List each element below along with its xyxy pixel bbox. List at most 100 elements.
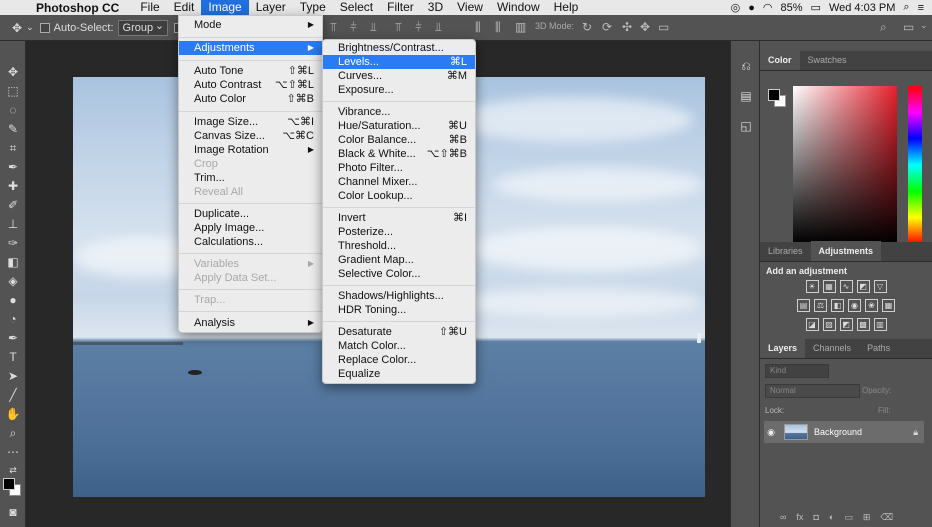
3d-pan-icon[interactable]: ✣ (622, 20, 632, 34)
menu-image[interactable]: Image (201, 0, 249, 15)
clone-stamp-tool-icon[interactable]: ⊥ (4, 215, 22, 233)
menu-item-brightness-contrast[interactable]: Brightness/Contrast... (323, 41, 475, 55)
menu-item-auto-contrast[interactable]: Auto Contrast ⌥⇧⌘L (179, 78, 322, 92)
exposure-icon[interactable]: ◩ (856, 280, 870, 293)
menu-item-exposure[interactable]: Exposure... (323, 83, 475, 97)
foreground-color-swatch[interactable] (768, 89, 780, 101)
black-white-icon[interactable]: ◧ (831, 299, 844, 312)
menu-window[interactable]: Window (490, 0, 547, 15)
selective-color-icon[interactable]: ▥ (873, 318, 887, 331)
menu-filter[interactable]: Filter (380, 0, 421, 15)
quick-mask-icon[interactable]: ◙ (4, 503, 22, 521)
clock[interactable]: Wed 4:03 PM (829, 2, 895, 14)
pen-tool-icon[interactable]: ✒ (4, 329, 22, 347)
healing-brush-tool-icon[interactable]: ✚ (4, 177, 22, 195)
menu-item-hdr-toning[interactable]: HDR Toning... (323, 303, 475, 317)
menu-help[interactable]: Help (547, 0, 586, 15)
foreground-color-swatch[interactable] (3, 478, 15, 490)
tab-libraries[interactable]: Libraries (760, 241, 811, 261)
hand-tool-icon[interactable]: ✋ (4, 405, 22, 423)
blur-tool-icon[interactable]: ● (4, 291, 22, 309)
tab-color[interactable]: Color (760, 50, 800, 70)
menu-item-threshold[interactable]: Threshold... (323, 239, 475, 253)
photo-filter-icon[interactable]: ◉ (848, 299, 861, 312)
menu-item-image-size[interactable]: Image Size... ⌥⌘I (179, 115, 322, 129)
menu-view[interactable]: View (450, 0, 490, 15)
workspace-icon[interactable]: ▭ (903, 20, 914, 34)
tab-layers[interactable]: Layers (760, 338, 806, 358)
menu-item-mode[interactable]: Mode ▶ (179, 18, 322, 32)
menu-item-auto-tone[interactable]: Auto Tone ⇧⌘L (179, 64, 322, 78)
tab-adjustments[interactable]: Adjustments (810, 241, 882, 261)
link-layers-icon[interactable]: ∞ (780, 512, 786, 523)
distribute-top-icon[interactable]: ⫪ (395, 20, 402, 35)
battery-icon[interactable]: ▭ (811, 1, 821, 14)
levels-icon[interactable]: ▦ (822, 280, 836, 293)
hue-slider[interactable] (908, 86, 922, 244)
eraser-tool-icon[interactable]: ◧ (4, 253, 22, 271)
move-tool-icon[interactable]: ✥ (4, 63, 22, 81)
channel-mixer-icon[interactable]: ❀ (865, 299, 878, 312)
move-tool-icon[interactable]: ✥ (12, 21, 22, 35)
wifi-icon[interactable]: ◠ (763, 1, 773, 14)
menu-type[interactable]: Type (293, 0, 333, 15)
distribute-horizontal-icon[interactable]: ⫼ (475, 20, 481, 35)
3d-slide-icon[interactable]: ✥ (640, 20, 650, 34)
app-name-menu[interactable]: Photoshop CC (36, 1, 119, 15)
menu-item-calculations[interactable]: Calculations... (179, 235, 322, 249)
menu-item-canvas-size[interactable]: Canvas Size... ⌥⌘C (179, 129, 322, 143)
history-panel-icon[interactable]: ⎌ (737, 57, 755, 75)
quick-selection-tool-icon[interactable]: ✎ (4, 120, 22, 138)
auto-select-dropdown[interactable]: Group (117, 19, 169, 36)
menu-item-shadows-highlights[interactable]: Shadows/Highlights... (323, 289, 475, 303)
curves-icon[interactable]: ∿ (839, 280, 853, 293)
menu-item-gradient-map[interactable]: Gradient Map... (323, 253, 475, 267)
menu-item-apply-image[interactable]: Apply Image... (179, 221, 322, 235)
align-bottom-icon[interactable]: ⫫ (370, 20, 377, 35)
actions-panel-icon[interactable]: ◱ (737, 117, 755, 135)
user-icon[interactable]: ● (748, 2, 755, 14)
group-icon[interactable]: ▭ (844, 512, 853, 523)
eye-icon[interactable]: ◉ (764, 427, 778, 438)
menu-item-levels[interactable]: Levels... ⌘L (323, 55, 475, 69)
new-layer-icon[interactable]: ⊞ (863, 512, 871, 523)
menu-item-color-balance[interactable]: Color Balance... ⌘B (323, 133, 475, 147)
distribute-bottom-icon[interactable]: ⫫ (435, 20, 442, 35)
brush-tool-icon[interactable]: ✐ (4, 196, 22, 214)
align-top-icon[interactable]: ⫪ (330, 20, 337, 35)
paint-bucket-tool-icon[interactable]: ◈ (4, 272, 22, 290)
menu-item-adjustments[interactable]: Adjustments ▶ (179, 41, 322, 55)
creative-cloud-icon[interactable]: ◎ (731, 1, 741, 14)
3d-rotate-icon[interactable]: ↻ (582, 20, 592, 34)
search-icon[interactable]: ⌕ (903, 1, 909, 14)
distribute-middle-icon[interactable]: ⫩ (415, 20, 422, 35)
menu-item-trim[interactable]: Trim... (179, 171, 322, 185)
search-icon[interactable]: ⌕ (880, 20, 887, 35)
line-tool-icon[interactable]: ╱ (4, 386, 22, 404)
history-brush-tool-icon[interactable]: ✑ (4, 234, 22, 252)
menu-item-invert[interactable]: Invert ⌘I (323, 211, 475, 225)
zoom-tool-icon[interactable]: ⌕ (4, 424, 22, 442)
invert-icon[interactable]: ◪ (805, 318, 819, 331)
workspace-chevron-icon[interactable]: ⌄ (920, 20, 928, 31)
layer-row[interactable]: ◉ Background 🔒︎ (764, 421, 924, 443)
menu-select[interactable]: Select (333, 0, 380, 15)
more-tools-icon[interactable]: ⋯ (4, 443, 22, 461)
auto-align-icon[interactable]: ▥ (515, 20, 526, 34)
dodge-tool-icon[interactable]: ◔ (4, 310, 22, 328)
menu-item-match-color[interactable]: Match Color... (323, 339, 475, 353)
menu-item-selective-color[interactable]: Selective Color... (323, 267, 475, 281)
menu-layer[interactable]: Layer (249, 0, 293, 15)
menu-item-equalize[interactable]: Equalize (323, 367, 475, 381)
auto-select-checkbox[interactable] (39, 22, 50, 33)
menu-item-desaturate[interactable]: Desaturate ⇧⌘U (323, 325, 475, 339)
adjustment-layer-icon[interactable]: ◐ (829, 512, 834, 523)
vibrance-icon[interactable]: ▽ (873, 280, 887, 293)
menu-item-hue-saturation[interactable]: Hue/Saturation... ⌘U (323, 119, 475, 133)
align-middle-icon[interactable]: ⫩ (350, 20, 357, 35)
color-lookup-icon[interactable]: ▦ (882, 299, 895, 312)
menu-item-replace-color[interactable]: Replace Color... (323, 353, 475, 367)
3d-roll-icon[interactable]: ⟳ (602, 20, 612, 34)
menu-item-photo-filter[interactable]: Photo Filter... (323, 161, 475, 175)
layer-style-icon[interactable]: fx (796, 512, 803, 523)
